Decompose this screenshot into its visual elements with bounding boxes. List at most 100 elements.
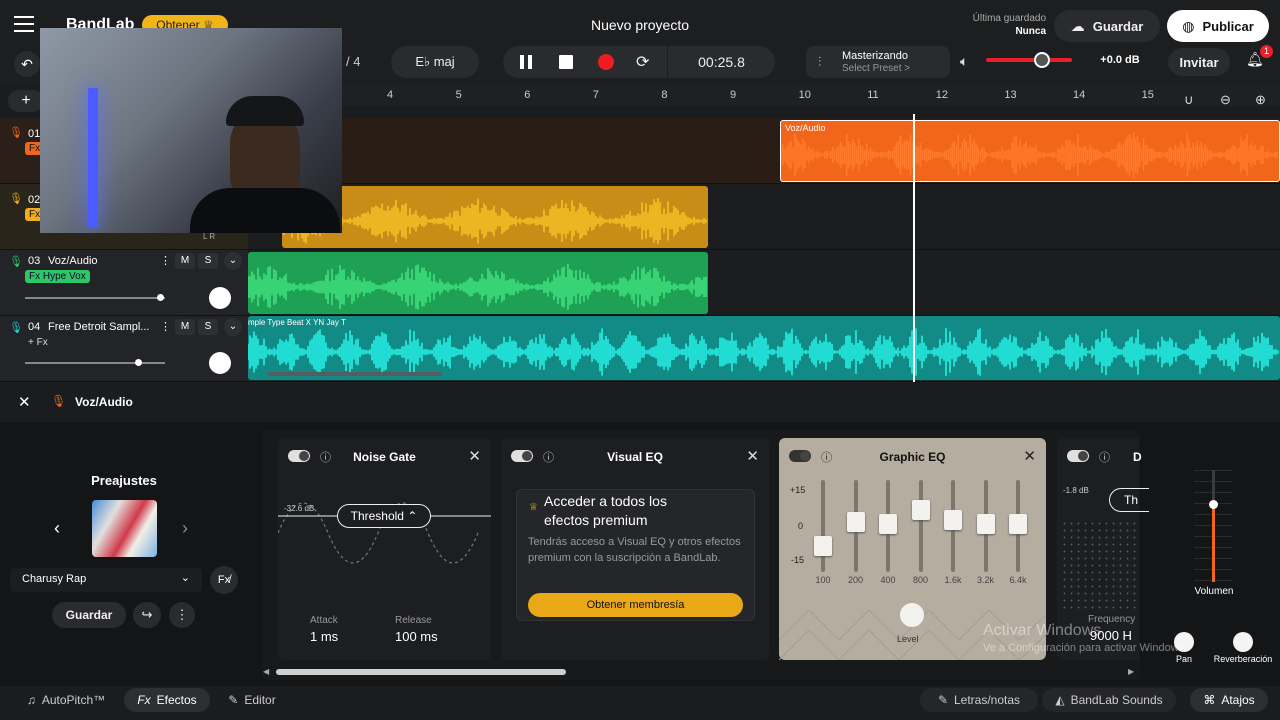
ruler-bar-label: 9 (730, 89, 737, 101)
audio-clip[interactable]: mple Type Beat X YN Jay T (248, 316, 1280, 380)
track-name[interactable]: Free Detroit Sampl... (48, 321, 149, 333)
info-icon[interactable]: ⓘ (1099, 449, 1110, 465)
eq-band-handle[interactable] (846, 512, 865, 532)
track-lane-2[interactable] (248, 184, 1280, 250)
eq-band-slider[interactable] (846, 480, 865, 572)
level-knob[interactable] (900, 603, 924, 627)
eq-band-handle[interactable] (814, 536, 832, 556)
eq-band-slider[interactable] (1009, 480, 1027, 572)
chevron-down-icon[interactable]: ⌄ (224, 252, 242, 270)
eq-band-slider[interactable] (911, 480, 930, 572)
mute-button[interactable]: M (175, 319, 195, 335)
eq-band-handle[interactable] (976, 514, 995, 534)
eq-band-slider[interactable] (976, 480, 995, 572)
solo-button[interactable]: S (198, 253, 218, 269)
eq-band-handle[interactable] (944, 510, 962, 530)
track-header-3[interactable]: 🎙︎ 03 Voz/Audio ⋮ M S ⌄ Fx Hype Vox (0, 250, 248, 316)
attack-value[interactable]: 1 ms (310, 629, 338, 644)
rack-scroll-right-icon[interactable]: ▶ (1128, 667, 1134, 676)
visual-eq-card[interactable]: ⓘ Visual EQ ✕ ♕ Acceder a todos los efec… (501, 438, 769, 660)
pan-knob[interactable] (209, 287, 231, 309)
stop-button[interactable] (559, 55, 573, 69)
pan-knob[interactable] (209, 352, 231, 374)
reverb-label: Reverberación (1213, 654, 1273, 664)
eq-band-slider[interactable] (879, 480, 897, 572)
key-selector[interactable]: E♭ maj (391, 46, 479, 78)
speaker-icon[interactable]: 🔈︎ (960, 53, 968, 70)
lyrics-button[interactable]: ✎ Letras/notas (920, 688, 1038, 712)
effects-tab[interactable]: Fx Efectos (124, 688, 210, 712)
editor-tab[interactable]: ✎ Editor (214, 688, 290, 712)
threshold-handle[interactable]: Threshold ⌃ (337, 504, 431, 528)
timeline-ruler[interactable]: 4 5 6 7 8 9 10 11 12 13 14 15 (248, 84, 1280, 106)
premium-button[interactable]: Obtener membresía (528, 593, 743, 617)
save-button[interactable]: ☁ Guardar (1054, 10, 1160, 42)
record-button[interactable] (598, 54, 614, 70)
close-icon[interactable]: ✕ (746, 447, 759, 465)
volume-slider[interactable] (25, 294, 165, 301)
close-icon[interactable]: ✕ (1023, 447, 1036, 465)
publish-button[interactable]: ◍ Publicar (1167, 10, 1269, 42)
eq-band-handle[interactable] (1009, 514, 1027, 534)
shortcuts-button[interactable]: ⌘ Atajos (1190, 688, 1268, 712)
release-value[interactable]: 100 ms (395, 629, 438, 644)
close-icon[interactable]: ✕ (18, 393, 31, 411)
mastering-button[interactable]: ⫶ Masterizando Select Preset > (806, 46, 950, 78)
track-name[interactable]: Voz/Audio (48, 255, 98, 267)
partial-param[interactable]: Th (1109, 488, 1149, 512)
share-icon[interactable]: ↪ (133, 602, 161, 628)
chevron-right-icon[interactable]: › (182, 518, 188, 539)
loop-icon[interactable]: ⟳ (636, 52, 649, 72)
partial-effect-toggle[interactable] (1067, 450, 1089, 462)
add-fx-button[interactable]: + Fx (28, 337, 48, 348)
volume-fader-handle[interactable] (1209, 499, 1218, 509)
eq-band-slider[interactable] (814, 480, 832, 572)
time-signature-denominator[interactable]: / 4 (346, 54, 360, 69)
master-volume-slider[interactable] (986, 52, 1072, 68)
invite-button[interactable]: Invitar (1168, 48, 1230, 76)
pause-button[interactable] (520, 55, 532, 69)
add-track-button[interactable]: + (8, 90, 44, 112)
audio-clip[interactable] (248, 252, 708, 314)
track-lane-1[interactable]: Voz/Audio (248, 118, 1280, 184)
fx-bypass-icon[interactable]: Fx̸ (210, 566, 238, 594)
track-header-4[interactable]: 🎙︎ 04 Free Detroit Sampl... ⋮ M S ⌄ + Fx (0, 316, 248, 382)
master-volume-knob[interactable] (1034, 52, 1050, 68)
rack-scroll-left-icon[interactable]: ◀ (263, 667, 269, 676)
zoom-out-icon[interactable]: ⊖ (1220, 92, 1231, 108)
solo-button[interactable]: S (198, 319, 218, 335)
audio-clip[interactable]: Voz/Audio (780, 120, 1280, 182)
preset-dropdown[interactable]: Charusy Rap ⌄ (10, 568, 202, 592)
fx-tag[interactable]: Fx Hype Vox (25, 270, 90, 283)
audio-clip[interactable] (282, 186, 708, 248)
track-lane-3[interactable] (248, 250, 1280, 316)
chevron-left-icon[interactable]: ‹ (54, 518, 60, 539)
more-icon[interactable]: ⋮ (160, 320, 171, 333)
eq-band-slider[interactable] (944, 480, 962, 572)
menu-icon[interactable] (14, 16, 34, 32)
bandlab-sounds-button[interactable]: ◭ BandLab Sounds (1042, 688, 1176, 712)
preset-thumbnail[interactable] (92, 500, 157, 557)
horizontal-scrollbar[interactable] (268, 372, 442, 376)
rack-scrollbar[interactable] (276, 669, 566, 675)
project-title[interactable]: Nuevo proyecto (540, 17, 740, 33)
noise-gate-card[interactable]: ⓘ Noise Gate ✕ -32.6 dB Threshold ⌃ Atta… (278, 438, 491, 660)
close-icon[interactable]: ✕ (468, 447, 481, 465)
volume-handle[interactable] (135, 359, 142, 366)
eq-band-handle[interactable] (879, 514, 897, 534)
volume-handle[interactable] (157, 294, 164, 301)
snap-icon[interactable]: ∪ (1184, 92, 1194, 108)
track-number: 03 (28, 255, 41, 267)
undo-icon[interactable]: ↶ (14, 51, 40, 77)
playhead[interactable] (913, 114, 915, 382)
more-icon[interactable]: ⋮ (169, 602, 195, 628)
reverb-knob[interactable] (1233, 632, 1253, 652)
more-icon[interactable]: ⋮ (160, 254, 171, 267)
chevron-down-icon[interactable]: ⌄ (224, 318, 242, 336)
mute-button[interactable]: M (175, 253, 195, 269)
autopitch-button[interactable]: ♫ AutoPitch™ (12, 688, 120, 712)
zoom-in-icon[interactable]: ⊕ (1255, 92, 1266, 108)
volume-slider[interactable] (25, 359, 165, 366)
eq-band-handle[interactable] (911, 500, 930, 520)
save-preset-button[interactable]: Guardar (52, 602, 126, 628)
